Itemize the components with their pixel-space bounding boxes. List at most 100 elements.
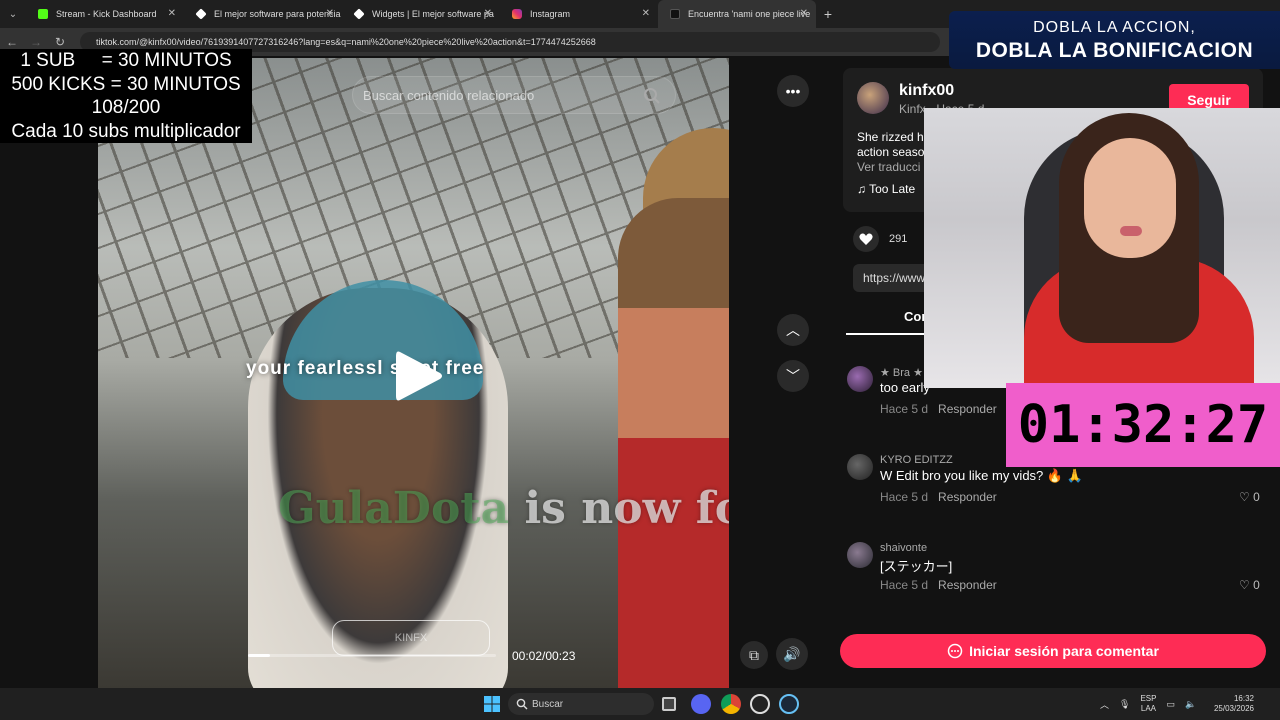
- music-track[interactable]: ♫ Too Late: [857, 182, 927, 196]
- comment-time: Hace 5 d: [880, 402, 929, 416]
- comment-meta: Hace 5 d Responder: [880, 578, 997, 592]
- related-search-input[interactable]: Buscar contenido relacionado: [352, 76, 676, 114]
- like-row: 291: [853, 226, 907, 252]
- tab-comments[interactable]: Comentarios: [904, 309, 924, 324]
- new-tab-button[interactable]: +: [816, 6, 840, 22]
- play-icon[interactable]: [394, 348, 444, 404]
- reload-icon[interactable]: ↻: [48, 35, 72, 49]
- follow-alert-text: is now following!: [524, 483, 729, 534]
- subathon-timer: 01:32:27: [1006, 383, 1280, 467]
- diamond-favicon-icon: [353, 8, 365, 20]
- comment-user[interactable]: ★ Bra ★: [880, 366, 923, 379]
- layout-code: LAA: [1140, 704, 1157, 713]
- comment-meta: Hace 5 d Responder: [880, 490, 997, 504]
- tab-search-chevron-icon[interactable]: ⌄: [0, 0, 26, 28]
- chrome-icon[interactable]: [721, 694, 741, 714]
- tab-title: El mejor software para potencia: [214, 9, 341, 19]
- reply-button[interactable]: Responder: [938, 578, 997, 592]
- browser-tab-instagram[interactable]: Instagram ✕: [500, 0, 658, 28]
- author-avatar[interactable]: [857, 82, 889, 114]
- goal-counter: 108/200: [91, 97, 161, 118]
- comment-like-button[interactable]: ♡ 0: [1239, 578, 1260, 592]
- tab-title: Widgets | El mejor software pa: [372, 9, 494, 19]
- url-text: tiktok.com/@kinfx00/video/76193914077273…: [96, 37, 596, 47]
- tab-title: Instagram: [530, 9, 571, 19]
- heart-icon[interactable]: [853, 226, 879, 252]
- login-to-comment-label: Iniciar sesión para comentar: [969, 643, 1159, 659]
- more-options-icon[interactable]: •••: [777, 75, 809, 107]
- subathon-rules-overlay: 1 SUB = 30 MINUTOS 500 KICKS = 30 MINUTO…: [0, 49, 252, 143]
- clock-date: 25/03/2026: [1213, 704, 1254, 713]
- volume-icon[interactable]: 🔊: [776, 638, 808, 670]
- comment-text: too early: [880, 380, 930, 395]
- comment-avatar[interactable]: [847, 454, 873, 480]
- taskbar-search-input[interactable]: Buscar: [508, 693, 654, 715]
- browser-tab-software-1[interactable]: El mejor software para potencia ✕: [184, 0, 342, 28]
- video-time: 00:02/00:23: [512, 649, 576, 663]
- streamer-webcam: [924, 108, 1280, 388]
- video-progress-bar[interactable]: [248, 654, 496, 657]
- comment-like-button[interactable]: ♡ 0: [1239, 490, 1260, 504]
- instagram-favicon-icon: [512, 9, 522, 19]
- login-to-comment-button[interactable]: Iniciar sesión para comentar: [840, 634, 1266, 668]
- reply-button[interactable]: Responder: [938, 490, 997, 504]
- comment-user[interactable]: KYRO EDITZZ: [880, 454, 953, 466]
- comment-text: W Edit bro you like my vids? 🔥 🙏: [880, 468, 1083, 483]
- volume-icon[interactable]: 🔈: [1185, 699, 1196, 710]
- tab-close-icon[interactable]: ✕: [168, 8, 176, 19]
- steam-icon[interactable]: [779, 694, 799, 714]
- tab-close-icon[interactable]: ✕: [484, 8, 492, 19]
- rule-line: 500 KICKS = 30 MINUTOS: [11, 73, 241, 95]
- discord-icon[interactable]: [691, 694, 711, 714]
- back-arrow-icon[interactable]: ←: [0, 35, 24, 49]
- forward-arrow-icon[interactable]: →: [24, 35, 48, 49]
- video-player[interactable]: your fearlessl s get free GulaDota is no…: [98, 58, 729, 688]
- follow-alert-user: GulaDota: [278, 483, 510, 534]
- bonus-banner-line2: DOBLA LA BONIFICACION: [975, 39, 1254, 62]
- tab-title: Stream - Kick Dashboard: [56, 9, 157, 19]
- bonus-banner-line1: DOBLA LA ACCION,: [1033, 19, 1196, 36]
- windows-start-icon[interactable]: [484, 696, 500, 712]
- video-character-right: [618, 198, 729, 688]
- comment-time: Hace 5 d: [880, 490, 929, 504]
- language-code: ESP: [1140, 694, 1157, 703]
- follow-alert: GulaDota is now following!: [278, 483, 729, 534]
- search-icon[interactable]: [643, 87, 661, 105]
- tab-close-icon[interactable]: ✕: [326, 8, 334, 19]
- comment-meta: Hace 5 d Responder: [880, 402, 997, 416]
- reply-button[interactable]: Responder: [938, 402, 997, 416]
- obs-icon[interactable]: [750, 694, 770, 714]
- chevron-up-icon[interactable]: ︿: [777, 314, 809, 346]
- microphone-icon[interactable]: 🎙: [1119, 699, 1130, 710]
- taskbar-clock[interactable]: 16:32 25/03/2026: [1208, 694, 1254, 714]
- picture-in-picture-icon[interactable]: ⧉: [740, 641, 768, 669]
- windows-taskbar: Buscar ︿ 🎙 ESP LAA ▭ 🔈 16:32 25/03/2026: [0, 688, 1280, 720]
- search-icon: [516, 698, 528, 710]
- comment-avatar[interactable]: [847, 366, 873, 392]
- author-username[interactable]: kinfx00: [899, 82, 954, 100]
- see-translation-link[interactable]: Ver traducci: [857, 160, 927, 174]
- comment-user[interactable]: shaivonte: [880, 542, 927, 554]
- browser-tab-tiktok[interactable]: Encuentra 'nami one piece live ✕: [658, 0, 816, 28]
- chat-bubble-icon: [947, 643, 963, 659]
- keyboard-language[interactable]: ESP LAA: [1140, 694, 1156, 714]
- browser-tab-widgets[interactable]: Widgets | El mejor software pa ✕: [342, 0, 500, 28]
- comment-avatar[interactable]: [847, 542, 873, 568]
- streamer-face: [1084, 138, 1176, 258]
- chevron-down-icon[interactable]: ﹀: [777, 360, 809, 392]
- rule-line: 1 SUB = 30 MINUTOS: [20, 50, 232, 71]
- chevron-up-icon[interactable]: ︿: [1100, 698, 1109, 711]
- tab-close-icon[interactable]: ✕: [800, 8, 808, 19]
- tab-title: Encuentra 'nami one piece live: [688, 9, 811, 19]
- video-progress-fill: [248, 654, 271, 657]
- tiktok-favicon-icon: [670, 9, 680, 19]
- taskbar-search-placeholder: Buscar: [532, 698, 564, 710]
- share-link-field[interactable]: https://www: [853, 264, 933, 292]
- network-icon[interactable]: ▭: [1166, 699, 1175, 710]
- system-tray: ︿ 🎙 ESP LAA ▭ 🔈: [1100, 688, 1196, 720]
- task-view-icon[interactable]: [662, 697, 676, 711]
- browser-tab-kick[interactable]: Stream - Kick Dashboard ✕: [26, 0, 184, 28]
- search-placeholder: Buscar contenido relacionado: [363, 87, 535, 103]
- video-description: She rizzed h action seaso: [857, 130, 925, 159]
- tab-close-icon[interactable]: ✕: [642, 8, 650, 19]
